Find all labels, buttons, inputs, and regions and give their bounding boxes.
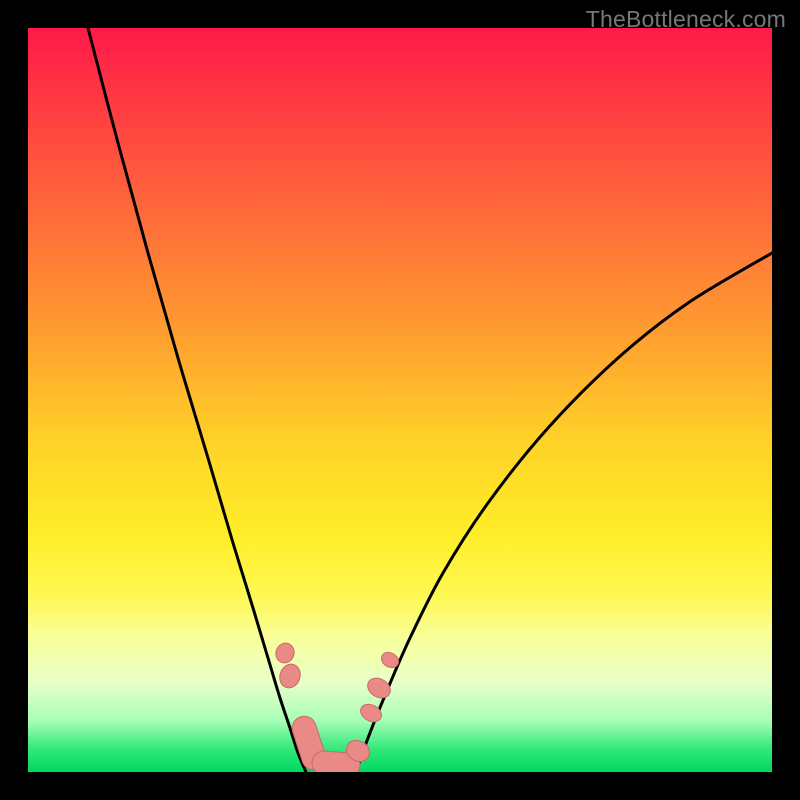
- marker-0: [273, 641, 297, 666]
- chart-svg: [28, 28, 772, 772]
- marker-1: [276, 661, 303, 690]
- series-left-curve: [88, 28, 306, 772]
- series-right-curve: [356, 253, 772, 772]
- outer-frame: TheBottleneck.com: [0, 0, 800, 800]
- plot-area: [28, 28, 772, 772]
- marker-6: [364, 674, 394, 702]
- watermark-text: TheBottleneck.com: [586, 6, 786, 33]
- curve-layer: [88, 28, 772, 772]
